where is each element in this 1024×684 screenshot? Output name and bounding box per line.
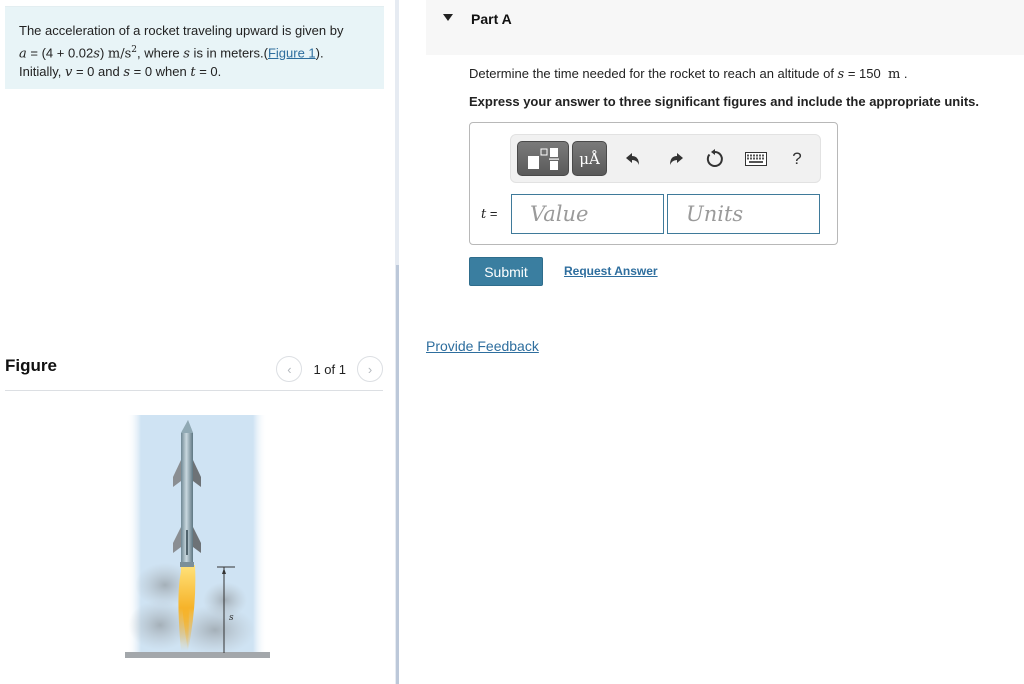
s-eq: = 0 when: [130, 64, 191, 80]
right-pane: Part A Determine the time needed for the…: [399, 0, 1024, 684]
question-text: Determine the time needed for the rocket…: [469, 66, 908, 82]
where-s-var: s: [183, 45, 190, 61]
accel-var: a: [19, 45, 27, 61]
units-icon: μÅ: [579, 149, 600, 168]
answer-instructions: Express your answer to three significant…: [469, 94, 979, 109]
left-pane: The acceleration of a rocket traveling u…: [0, 0, 395, 684]
accel-expr-close: ): [99, 44, 108, 60]
chevron-left-icon: ‹: [287, 361, 292, 377]
ground: [125, 652, 270, 658]
initially-text: Initially,: [19, 64, 65, 80]
provide-feedback-link[interactable]: Provide Feedback: [426, 338, 539, 354]
problem-intro: The acceleration of a rocket traveling u…: [19, 23, 344, 38]
s-var: s: [123, 65, 130, 81]
figure-pager: ‹ 1 of 1 ›: [276, 356, 383, 382]
redo-button[interactable]: [663, 147, 687, 171]
close-paren: ).: [315, 44, 324, 60]
answer-box: μÅ ? t = Value Units: [469, 122, 838, 245]
figure-title: Figure: [5, 356, 57, 375]
question-prefix: Determine the time needed for the rocket…: [469, 66, 838, 81]
figure-header: Figure ‹ 1 of 1 ›: [5, 353, 383, 391]
reset-icon: [706, 149, 723, 167]
question-eq: = 150: [844, 66, 888, 81]
accel-s-var: s: [93, 45, 100, 61]
help-button[interactable]: ?: [785, 147, 809, 171]
prev-figure-button[interactable]: ‹: [276, 356, 303, 382]
keyboard-button[interactable]: [744, 147, 768, 171]
caret-down-icon[interactable]: [443, 14, 453, 21]
part-title: Part A: [471, 11, 512, 27]
next-figure-button[interactable]: ›: [357, 356, 383, 382]
problem-statement: The acceleration of a rocket traveling u…: [5, 6, 384, 89]
templates-button[interactable]: [517, 141, 569, 176]
meters-text: is in meters.(: [189, 44, 268, 60]
rocket-figure: s: [125, 415, 270, 658]
request-answer-link[interactable]: Request Answer: [564, 264, 658, 278]
t-eq: = 0.: [195, 64, 222, 80]
pager-count: 1 of 1: [313, 361, 346, 377]
help-icon: ?: [792, 149, 802, 168]
altitude-label: s: [229, 613, 234, 623]
units-input[interactable]: [667, 194, 820, 234]
v-eq: = 0 and: [72, 64, 124, 80]
accel-expr: = (4 + 0.02: [26, 44, 94, 60]
reset-button[interactable]: [703, 147, 727, 171]
answer-equals: =: [486, 206, 498, 221]
figure-link[interactable]: Figure 1: [268, 45, 316, 60]
templates-icon: [528, 147, 559, 170]
question-end: .: [900, 66, 908, 81]
where-text: , where: [137, 44, 184, 60]
answer-variable-label: t =: [481, 206, 497, 222]
undo-button[interactable]: [622, 147, 646, 171]
redo-icon: [670, 153, 683, 165]
keyboard-icon: [745, 152, 767, 166]
units-button[interactable]: μÅ: [572, 141, 607, 176]
question-unit: m: [887, 67, 901, 82]
chevron-right-icon: ›: [367, 361, 373, 377]
accel-units: m/s: [107, 45, 132, 61]
part-a-header[interactable]: Part A: [426, 0, 1024, 55]
math-toolbar: μÅ ?: [510, 134, 821, 183]
submit-button[interactable]: Submit: [469, 257, 543, 286]
value-input[interactable]: [511, 194, 664, 234]
undo-icon: [626, 153, 639, 165]
